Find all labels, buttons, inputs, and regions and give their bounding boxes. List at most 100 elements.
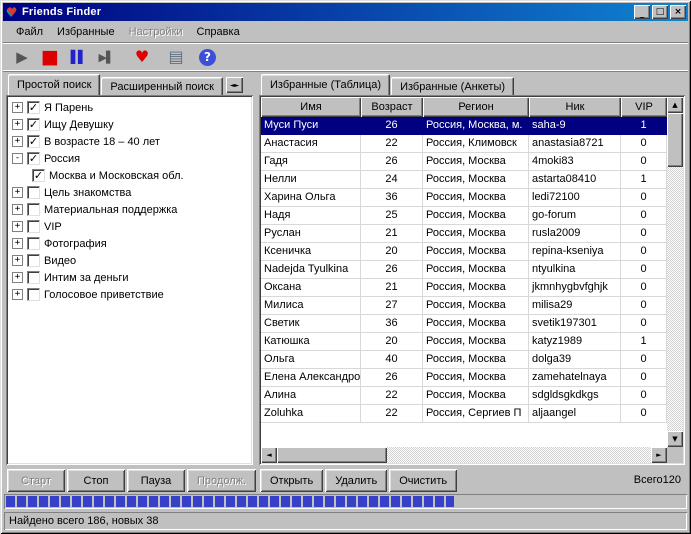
table-row[interactable]: Оксана 21 Россия, Москва jkmnhygbvfghjk … [261, 279, 667, 297]
table-row[interactable]: Светик 36 Россия, Москва svetik197301 0 [261, 315, 667, 333]
horizontal-scroll-thumb[interactable] [277, 447, 387, 463]
search-control-button[interactable]: Старт [7, 469, 65, 492]
tab-favorites-profiles[interactable]: Избранные (Анкеты) [391, 77, 514, 95]
table-row[interactable]: Елена Александров 26 Россия, Москва zame… [261, 369, 667, 387]
checkbox-icon[interactable] [27, 152, 40, 165]
expand-toggle-icon[interactable]: + [12, 255, 23, 266]
checkbox-icon[interactable] [27, 135, 40, 148]
checkbox-icon[interactable] [27, 220, 40, 233]
table-row[interactable]: Руслан 21 Россия, Москва rusla2009 0 [261, 225, 667, 243]
help-icon[interactable]: ? [199, 49, 216, 66]
search-control-button[interactable]: Пауза [127, 469, 185, 492]
table-row[interactable]: Милиса 27 Россия, Москва milisa29 0 [261, 297, 667, 315]
expand-toggle-icon[interactable]: - [12, 153, 23, 164]
horizontal-scroll-track[interactable] [277, 447, 651, 463]
vertical-scroll-thumb[interactable] [667, 113, 683, 167]
menu-item[interactable]: Настройки [122, 24, 190, 40]
checkbox-icon[interactable] [27, 118, 40, 131]
cell-name: Харина Ольга [261, 189, 361, 207]
resume-search-icon[interactable]: ▶▌ [95, 46, 117, 68]
tab-simple-search[interactable]: Простой поиск [8, 74, 100, 95]
checkbox-icon[interactable] [27, 288, 40, 301]
minimize-button[interactable]: _ [634, 5, 650, 19]
expand-toggle-icon[interactable]: + [12, 119, 23, 130]
table-row[interactable]: Анастасия 22 Россия, Климовск anastasia8… [261, 135, 667, 153]
search-buttons-row: Старт Стоп Пауза Продолж. [7, 469, 256, 492]
tree-item[interactable]: + Голосовое приветствие [8, 286, 251, 303]
vertical-scrollbar[interactable]: ▲ ▼ [667, 97, 683, 447]
close-button[interactable]: × [670, 5, 686, 19]
tree-item[interactable]: + Цель знакомства [8, 184, 251, 201]
tab-favorites-table[interactable]: Избранные (Таблица) [261, 74, 390, 95]
menu-item[interactable]: Справка [190, 24, 247, 40]
table-row[interactable]: Муси Пуси 26 Россия, Москва, м. saha-9 1 [261, 117, 667, 135]
favorites-heart-icon[interactable]: ♥ [131, 46, 153, 68]
table-row[interactable]: Гадя 26 Россия, Москва 4moki83 0 [261, 153, 667, 171]
checkbox-icon[interactable] [32, 169, 45, 182]
checkbox-icon[interactable] [27, 186, 40, 199]
tree-item[interactable]: + VIP [8, 218, 251, 235]
stop-search-icon[interactable]: ■ [39, 46, 61, 68]
table-row[interactable]: Ольга 40 Россия, Москва dolga39 0 [261, 351, 667, 369]
expand-toggle-icon[interactable]: + [12, 272, 23, 283]
tab-advanced-search[interactable]: Расширенный поиск [101, 77, 223, 95]
expand-toggle-icon[interactable]: + [12, 238, 23, 249]
expand-toggle-icon[interactable]: + [12, 187, 23, 198]
checkbox-icon[interactable] [27, 237, 40, 250]
table-row[interactable]: Надя 25 Россия, Москва go-forum 0 [261, 207, 667, 225]
horizontal-scrollbar[interactable]: ◄ ► [261, 447, 667, 463]
expand-toggle-icon[interactable]: + [12, 221, 23, 232]
app-icon: ♥ [5, 5, 19, 19]
table-row[interactable]: Nadejda Tyulkina 26 Россия, Москва ntyul… [261, 261, 667, 279]
checkbox-icon[interactable] [27, 101, 40, 114]
expand-toggle-icon[interactable]: + [12, 102, 23, 113]
tree-item[interactable]: + Ищу Девушку [8, 116, 251, 133]
checkbox-icon[interactable] [27, 254, 40, 267]
table-row[interactable]: Нелли 24 Россия, Москва astarta08410 1 [261, 171, 667, 189]
scroll-up-icon[interactable]: ▲ [667, 97, 683, 113]
scroll-down-icon[interactable]: ▼ [667, 431, 683, 447]
table-row[interactable]: Zoluhka 22 Россия, Сергиев П aljaangel 0 [261, 405, 667, 423]
minimize-icon: _ [640, 10, 645, 19]
table-row[interactable]: Алина 22 Россия, Москва sdgldsgkdkgs 0 [261, 387, 667, 405]
table-row[interactable]: Катюшка 20 Россия, Москва katyz1989 1 [261, 333, 667, 351]
favorites-table: Муси Пуси 26 Россия, Москва, м. saha-9 1… [261, 117, 667, 447]
checkbox-icon[interactable] [27, 203, 40, 216]
column-header[interactable]: Регион [423, 97, 529, 117]
maximize-button[interactable]: □ [652, 5, 668, 19]
table-row[interactable]: Харина Ольга 36 Россия, Москва ledi72100… [261, 189, 667, 207]
search-control-button[interactable]: Стоп [67, 469, 125, 492]
start-search-icon[interactable]: ▶ [11, 46, 33, 68]
table-row[interactable]: Ксеничка 20 Россия, Москва repina-kseniy… [261, 243, 667, 261]
tab-scroll-button[interactable]: ◄► [226, 77, 243, 93]
cell-vip: 0 [621, 261, 667, 279]
tree-item[interactable]: + Интим за деньги [8, 269, 251, 286]
table-control-button[interactable]: Удалить [325, 469, 387, 492]
scroll-right-icon[interactable]: ► [651, 447, 667, 463]
checkbox-icon[interactable] [27, 271, 40, 284]
expand-toggle-icon[interactable]: + [12, 204, 23, 215]
expand-toggle-icon[interactable]: + [12, 289, 23, 300]
menu-item[interactable]: Файл [9, 24, 50, 40]
vertical-scroll-track[interactable] [667, 113, 683, 431]
tree-item[interactable]: Москва и Московская обл. [8, 167, 251, 184]
column-header[interactable]: Ник [529, 97, 621, 117]
table-control-button[interactable]: Очистить [389, 469, 457, 492]
pause-search-icon[interactable]: ▌▌ [67, 46, 89, 68]
expand-toggle-icon[interactable]: + [12, 136, 23, 147]
table-control-button[interactable]: Открыть [260, 469, 323, 492]
tree-item[interactable]: + Фотография [8, 235, 251, 252]
menu-item[interactable]: Избранные [50, 24, 122, 40]
tree-item[interactable]: + Я Парень [8, 99, 251, 116]
search-control-button[interactable]: Продолж. [187, 469, 256, 492]
tree-item[interactable]: + Материальная поддержка [8, 201, 251, 218]
tree-item[interactable]: + Видео [8, 252, 251, 269]
scroll-left-icon[interactable]: ◄ [261, 447, 277, 463]
cell-age: 20 [361, 243, 423, 261]
column-header[interactable]: VIP [621, 97, 667, 117]
profile-form-icon[interactable]: ▤ [165, 46, 187, 68]
tree-item[interactable]: - Россия [8, 150, 251, 167]
column-header[interactable]: Имя [261, 97, 361, 117]
column-header[interactable]: Возраст [361, 97, 423, 117]
tree-item[interactable]: + В возрасте 18 – 40 лет [8, 133, 251, 150]
